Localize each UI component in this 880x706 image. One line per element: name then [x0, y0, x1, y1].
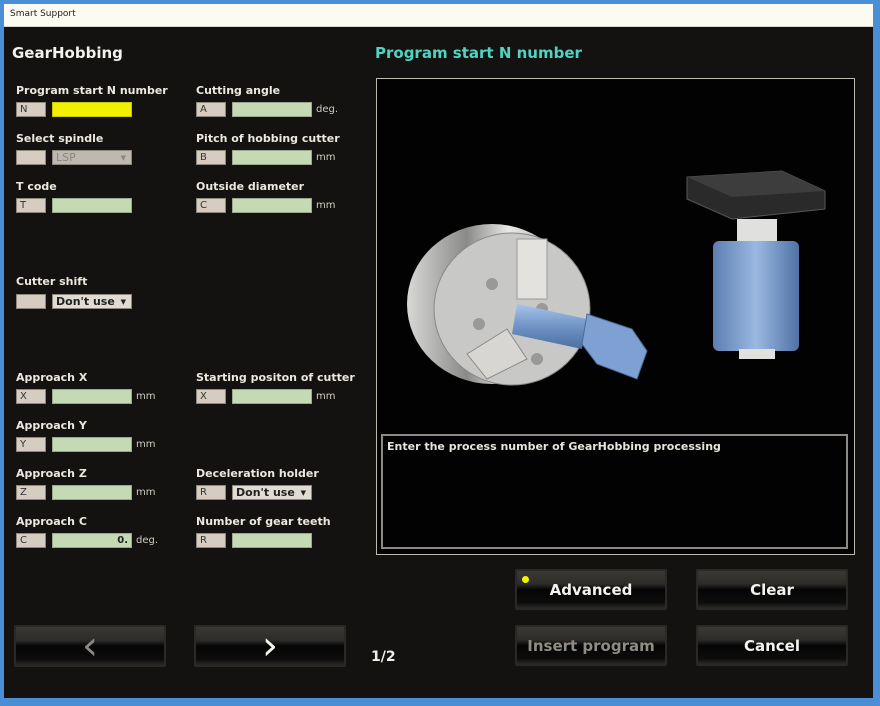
outside-diameter-input[interactable]	[232, 198, 312, 213]
window-title: Smart Support	[10, 9, 76, 19]
prefix-r-holder: R	[196, 485, 226, 500]
select-spindle-value: LSP	[56, 151, 76, 164]
label-deceleration-holder: Deceleration holder	[196, 467, 319, 480]
unit-approach-z: mm	[136, 487, 156, 498]
pitch-input[interactable]	[232, 150, 312, 165]
clear-label: Clear	[750, 580, 794, 599]
unit-cutting-angle: deg.	[316, 104, 339, 115]
prefix-t: T	[16, 198, 46, 213]
page-indicator: 1/2	[371, 649, 396, 665]
approach-c-input[interactable]: 0.	[52, 533, 132, 548]
prefix-b: B	[196, 150, 226, 165]
deceleration-holder-value: Don't use	[236, 486, 295, 499]
unit-approach-x: mm	[136, 391, 156, 402]
chevron-down-icon: ▼	[120, 298, 126, 306]
cancel-button[interactable]: Cancel	[696, 625, 848, 666]
prefix-n: N	[16, 102, 46, 117]
smart-support-window: Smart Support GearHobbing Program start …	[4, 4, 873, 698]
label-approach-x: Approach X	[16, 371, 88, 384]
cutting-angle-input[interactable]	[232, 102, 312, 117]
hob-cutter-icon	[686, 170, 826, 359]
content-area: GearHobbing Program start N number N Sel…	[4, 27, 873, 698]
unit-pitch: mm	[316, 152, 336, 163]
chevron-right-icon: ›	[262, 623, 278, 669]
help-title: Program start N number	[375, 44, 582, 62]
t-code-input[interactable]	[52, 198, 132, 213]
advanced-label: Advanced	[549, 580, 633, 599]
starting-position-input[interactable]	[232, 389, 312, 404]
approach-x-input[interactable]	[52, 389, 132, 404]
label-gear-teeth: Number of gear teeth	[196, 515, 331, 528]
chevron-down-icon: ▼	[300, 489, 306, 497]
help-message: Enter the process number of GearHobbing …	[387, 440, 721, 453]
insert-program-label: Insert program	[527, 636, 655, 655]
cutter-shift-dropdown[interactable]: Don't use ▼	[52, 294, 132, 309]
label-program-start-n: Program start N number	[16, 84, 168, 97]
prefix-y: Y	[16, 437, 46, 452]
indicator-dot-icon	[522, 576, 529, 583]
label-approach-c: Approach C	[16, 515, 87, 528]
select-spindle-dropdown[interactable]: LSP ▼	[52, 150, 132, 165]
prefix-spindle	[16, 150, 46, 165]
prefix-x-start: X	[196, 389, 226, 404]
cutter-shift-value: Don't use	[56, 295, 115, 308]
prefix-a: A	[196, 102, 226, 117]
chevron-down-icon: ▼	[120, 154, 126, 162]
label-starting-position: Starting positon of cutter	[196, 371, 355, 384]
label-cutter-shift: Cutter shift	[16, 275, 88, 288]
deceleration-holder-dropdown[interactable]: Don't use ▼	[232, 485, 312, 500]
program-start-n-input[interactable]	[52, 102, 132, 117]
prefix-z: Z	[16, 485, 46, 500]
cancel-label: Cancel	[743, 636, 800, 655]
insert-program-button[interactable]: Insert program	[515, 625, 667, 666]
chuck-icon	[407, 224, 591, 386]
gear-teeth-input[interactable]	[232, 533, 312, 548]
gear-hobbing-illustration	[407, 170, 826, 386]
illustration-panel: Enter the process number of GearHobbing …	[376, 78, 855, 555]
clear-button[interactable]: Clear	[696, 569, 848, 610]
approach-z-input[interactable]	[52, 485, 132, 500]
next-page-button[interactable]: ›	[194, 623, 346, 669]
label-cutting-angle: Cutting angle	[196, 84, 281, 97]
prefix-x: X	[16, 389, 46, 404]
unit-approach-y: mm	[136, 439, 156, 450]
prefix-c-diameter: C	[196, 198, 226, 213]
label-approach-z: Approach Z	[16, 467, 87, 480]
title-bar: Smart Support	[4, 4, 873, 27]
unit-outside-diameter: mm	[316, 200, 336, 211]
unit-approach-c: deg.	[136, 535, 159, 546]
help-message-box: Enter the process number of GearHobbing …	[381, 434, 848, 549]
prefix-cutter-shift	[16, 294, 46, 309]
prefix-c: C	[16, 533, 46, 548]
label-select-spindle: Select spindle	[16, 132, 104, 145]
label-t-code: T code	[16, 180, 57, 193]
prefix-r-teeth: R	[196, 533, 226, 548]
unit-starting-position: mm	[316, 391, 336, 402]
approach-y-input[interactable]	[52, 437, 132, 452]
label-outside-diameter: Outside diameter	[196, 180, 305, 193]
chevron-left-icon: ‹	[82, 623, 98, 669]
page-title: GearHobbing	[12, 44, 123, 62]
label-pitch-hobbing-cutter: Pitch of hobbing cutter	[196, 132, 340, 145]
previous-page-button[interactable]: ‹	[14, 623, 166, 669]
label-approach-y: Approach Y	[16, 419, 87, 432]
advanced-button[interactable]: Advanced	[515, 569, 667, 610]
